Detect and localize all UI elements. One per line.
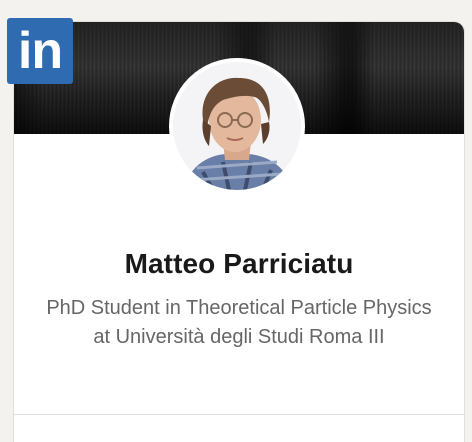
avatar[interactable]: [169, 58, 305, 194]
profile-card: Matteo Parriciatu PhD Student in Theoret…: [14, 22, 464, 442]
linkedin-logo-icon: in: [7, 18, 73, 84]
profile-headline: PhD Student in Theoretical Particle Phys…: [46, 297, 432, 348]
profile-name[interactable]: Matteo Parriciatu: [14, 248, 464, 280]
avatar-photo: [173, 62, 301, 190]
divider: [14, 414, 464, 415]
